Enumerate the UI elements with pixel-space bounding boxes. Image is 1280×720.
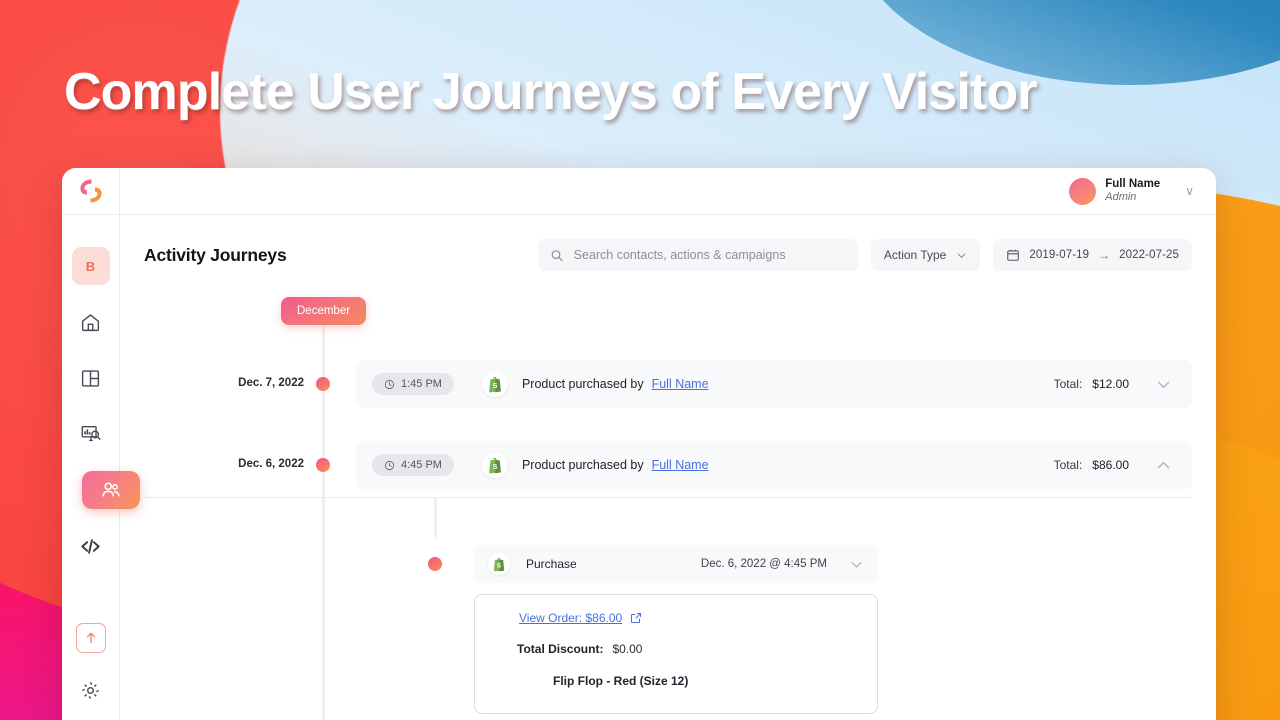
entry-time-chip: 4:45 PM: [372, 454, 454, 476]
sidebar-item-home[interactable]: [72, 303, 110, 341]
shopify-bag-icon: S: [489, 457, 501, 473]
chevron-down-icon[interactable]: ∨: [1185, 184, 1194, 198]
sidebar-item-settings[interactable]: [72, 671, 110, 709]
brand-logo-icon: [79, 179, 102, 203]
svg-text:S: S: [497, 562, 501, 569]
content-header: Activity Journeys Action Type: [144, 239, 1192, 271]
total-discount-value: $0.00: [612, 642, 643, 656]
shopify-icon: S: [481, 452, 508, 478]
nested-timeline-line: [434, 497, 437, 537]
entry-date: Dec. 6, 2022: [238, 458, 304, 470]
gear-icon: [81, 681, 100, 699]
entry-date: Dec. 7, 2022: [238, 377, 304, 389]
purchase-card-datetime: Dec. 6, 2022 @ 4:45 PM: [700, 558, 827, 570]
entry-time: 4:45 PM: [401, 459, 442, 471]
external-link-icon: [631, 613, 642, 623]
logo-container[interactable]: [62, 168, 119, 215]
people-icon: [101, 482, 120, 497]
user-name: Full Name: [1105, 177, 1161, 190]
chevron-down-icon: [958, 253, 966, 258]
toolbar-controls: Action Type 2019-07-19 → 2022-07-25: [537, 239, 1192, 271]
clock-icon: [384, 379, 395, 389]
sidebar-item-contacts[interactable]: [81, 471, 140, 509]
purchase-card-title: Purchase: [526, 557, 577, 571]
chevron-down-icon[interactable]: [1155, 376, 1172, 393]
shopify-icon: S: [481, 371, 508, 397]
top-bar: Full Name Admin ∨: [120, 168, 1216, 215]
date-from: 2019-07-19: [1029, 249, 1090, 261]
activity-row-right: Total: $86.00: [1054, 457, 1172, 474]
code-icon: [81, 538, 100, 554]
date-range-filter[interactable]: 2019-07-19 → 2022-07-25: [993, 239, 1192, 271]
activity-contact-link[interactable]: Full Name: [652, 458, 709, 472]
arrow-up-box-icon: [86, 632, 95, 644]
timeline-dot: [316, 458, 330, 472]
date-to: 2022-07-25: [1119, 249, 1179, 261]
purchase-summary-card[interactable]: S Purchase Dec. 6, 2022 @ 4:45 PM: [474, 545, 878, 583]
svg-text:S: S: [493, 461, 498, 470]
home-icon: [81, 313, 100, 331]
entry-time: 1:45 PM: [401, 378, 442, 390]
order-detail-card: View Order: $86.00 Total Discount: $0.00: [474, 594, 878, 714]
order-line-item: Flip Flop - Red (Size 12): [553, 674, 689, 688]
sidebar-item-dashboard[interactable]: [72, 359, 110, 397]
avatar: [1069, 177, 1097, 205]
action-type-label: Action Type: [883, 248, 947, 262]
chevron-up-icon[interactable]: [1155, 457, 1172, 474]
total-label: Total:: [1053, 377, 1083, 391]
activity-row[interactable]: 1:45 PM S Product purchased by Full Name: [356, 360, 1192, 408]
sidebar-item-workspace-badge[interactable]: B: [71, 247, 110, 285]
search-box[interactable]: [537, 239, 858, 271]
timeline-dot: [316, 377, 330, 391]
activity-text: Product purchased by: [521, 458, 644, 472]
chevron-down-icon[interactable]: [849, 557, 864, 572]
total-value: $86.00: [1092, 458, 1129, 472]
total-discount-label: Total Discount:: [517, 642, 604, 656]
timeline-line: [322, 305, 325, 720]
app-window: B Full Name Admin ∨ Activity Journeys Se…: [62, 168, 1216, 720]
search-icon: [551, 249, 563, 261]
activity-text: Product purchased by: [521, 377, 644, 391]
activity-row[interactable]: 4:45 PM S Product purchased by Full Name: [356, 441, 1192, 489]
grid-icon: [81, 369, 100, 387]
shopify-bag-icon: S: [493, 557, 505, 571]
search-input[interactable]: [573, 248, 846, 262]
sidebar-item-analytics[interactable]: [72, 415, 110, 453]
date-range-arrow-icon: →: [1098, 248, 1111, 262]
detail-separator: [144, 497, 1192, 498]
shopify-bag-icon: S: [489, 376, 501, 392]
calendar-icon: [1007, 249, 1020, 261]
shopify-icon: S: [488, 553, 510, 575]
user-meta: Full Name Admin: [1105, 177, 1160, 205]
view-order-link[interactable]: View Order: $86.00: [475, 611, 877, 625]
total-discount-row: Total Discount: $0.00: [475, 642, 877, 656]
total-value: $12.00: [1092, 377, 1129, 391]
activity-contact-link[interactable]: Full Name: [652, 377, 709, 391]
entry-time-chip: 1:45 PM: [372, 373, 454, 395]
user-role: Admin: [1105, 191, 1137, 204]
sidebar-badge-label: B: [85, 258, 96, 274]
sidebar: B: [62, 168, 140, 720]
activity-row-right: Total: $12.00: [1054, 376, 1172, 393]
timeline-month-label: December: [281, 297, 367, 325]
hero-headline: Complete User Journeys of Every Visitor: [64, 63, 1037, 121]
analytics-search-icon: [81, 425, 101, 442]
sidebar-items: B: [62, 215, 140, 720]
nested-timeline-dot: [428, 557, 442, 571]
view-order-label: View Order: $86.00: [519, 611, 623, 625]
clock-icon: [384, 460, 395, 470]
activity-timeline: December Dec. 7, 2022 1:45 PM S Product …: [144, 297, 1192, 720]
sidebar-item-contacts-holder: [72, 471, 140, 509]
sidebar-item-upload[interactable]: [75, 623, 106, 653]
sidebar-item-developers[interactable]: [72, 527, 110, 565]
main-panel: Full Name Admin ∨ Activity Journeys Sear…: [120, 168, 1216, 720]
action-type-filter[interactable]: Action Type: [870, 239, 981, 271]
content-area: Activity Journeys Action Type: [120, 215, 1216, 720]
page-title: Activity Journeys: [144, 244, 287, 265]
user-menu[interactable]: Full Name Admin ∨: [1069, 177, 1194, 205]
svg-text:S: S: [493, 380, 498, 389]
total-label: Total:: [1053, 458, 1083, 472]
